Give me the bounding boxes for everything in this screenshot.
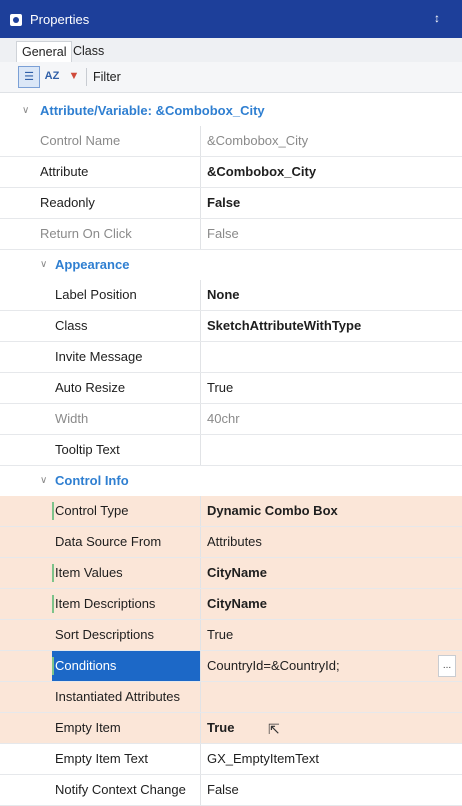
property-value[interactable]: 40chr [200, 404, 455, 434]
filter-icon[interactable]: ▼ [64, 66, 84, 86]
row-empty-item[interactable]: Empty Item True ⇱ [0, 713, 462, 744]
group-label: Appearance [55, 257, 130, 272]
properties-window-icon [10, 14, 22, 26]
chevron-down-icon[interactable]: ∨ [22, 96, 29, 126]
window-title: Properties [30, 12, 90, 27]
modified-marker [52, 564, 54, 582]
row-instantiated-attributes[interactable]: Instantiated Attributes [0, 682, 462, 713]
row-auto-resize[interactable]: Auto Resize True [0, 373, 462, 404]
property-value[interactable]: True [200, 713, 455, 743]
properties-toolbar: ☰ AZ ▼ Filter [0, 62, 462, 93]
alphabetical-sort-icon[interactable]: AZ [42, 66, 62, 86]
row-empty-item-text[interactable]: Empty Item Text GX_EmptyItemText [0, 744, 462, 775]
property-name: Invite Message [55, 349, 143, 364]
property-value[interactable]: Dynamic Combo Box [200, 496, 455, 526]
property-name: Label Position [55, 287, 137, 302]
conditions-input[interactable]: CountryId=&CountryId; [200, 651, 455, 681]
tab-class[interactable]: Class [68, 41, 109, 61]
mouse-cursor-icon: ⇱ [268, 721, 280, 737]
property-value[interactable]: True [200, 620, 455, 650]
row-class[interactable]: Class SketchAttributeWithType [0, 311, 462, 342]
row-data-source-from[interactable]: Data Source From Attributes [0, 527, 462, 558]
property-value[interactable]: True [200, 373, 455, 403]
row-return-on-click[interactable]: Return On Click False [0, 219, 462, 250]
property-name: Width [55, 411, 89, 426]
property-value[interactable]: False [200, 219, 455, 249]
property-name: Item Values [55, 565, 123, 580]
tab-general[interactable]: General [16, 41, 73, 62]
group-control-info[interactable]: ∨ Control Info [0, 466, 462, 496]
property-name: Control Type [55, 503, 129, 518]
property-name: Class [55, 318, 88, 333]
group-label: Attribute/Variable: &Combobox_City [40, 103, 265, 118]
property-name: Empty Item Text [55, 751, 148, 766]
property-name: Readonly [40, 195, 95, 210]
row-label-position[interactable]: Label Position None [0, 280, 462, 311]
categorized-view-icon[interactable]: ☰ [18, 66, 40, 88]
property-value[interactable] [200, 682, 455, 712]
property-name: Instantiated Attributes [55, 689, 181, 704]
modified-marker [52, 502, 54, 520]
row-invite-message[interactable]: Invite Message [0, 342, 462, 373]
property-value[interactable]: False [200, 188, 455, 218]
modified-marker [52, 657, 54, 675]
row-control-type[interactable]: Control Type Dynamic Combo Box [0, 496, 462, 527]
row-attribute[interactable]: Attribute &Combobox_City [0, 157, 462, 188]
property-name: Tooltip Text [55, 442, 120, 457]
row-notify-context-change[interactable]: Notify Context Change False [0, 775, 462, 806]
property-value[interactable]: &Combobox_City [200, 126, 455, 156]
row-conditions[interactable]: Conditions CountryId=&CountryId; ... [0, 651, 462, 682]
property-name: Notify Context Change [55, 782, 186, 797]
property-name: Return On Click [40, 226, 132, 241]
property-value[interactable]: SketchAttributeWithType [200, 311, 455, 341]
modified-marker [52, 595, 54, 613]
property-name: Control Name [40, 133, 121, 148]
property-name: Data Source From [55, 534, 162, 549]
property-name: Auto Resize [55, 380, 126, 395]
property-name: Empty Item [55, 720, 121, 735]
row-tooltip-text[interactable]: Tooltip Text [0, 435, 462, 466]
property-value[interactable]: False [200, 775, 455, 805]
property-value[interactable] [200, 435, 455, 465]
property-value[interactable]: GX_EmptyItemText [200, 744, 455, 774]
property-value[interactable]: None [200, 280, 455, 310]
group-label: Control Info [55, 473, 129, 488]
toolbar-separator [86, 68, 87, 86]
ellipsis-button[interactable]: ... [438, 655, 456, 677]
chevron-down-icon[interactable]: ∨ [40, 250, 47, 280]
property-value[interactable]: &Combobox_City [200, 157, 455, 187]
property-grid: ∨ Attribute/Variable: &Combobox_City Con… [0, 96, 462, 806]
row-control-name[interactable]: Control Name &Combobox_City [0, 126, 462, 157]
properties-titlebar: Properties ↕ [0, 0, 462, 38]
property-value[interactable]: Attributes [200, 527, 455, 557]
row-item-values[interactable]: Item Values CityName [0, 558, 462, 589]
pin-icon[interactable]: ↕ [434, 11, 440, 25]
tab-strip: General Class [0, 38, 462, 63]
property-name: Attribute [40, 164, 89, 179]
property-value[interactable]: CityName [200, 558, 455, 588]
filter-label[interactable]: Filter [93, 70, 121, 84]
property-value[interactable]: CityName [200, 589, 455, 619]
property-name: Sort Descriptions [55, 627, 154, 642]
property-value[interactable] [200, 342, 455, 372]
group-appearance[interactable]: ∨ Appearance [0, 250, 462, 280]
chevron-down-icon[interactable]: ∨ [40, 466, 47, 496]
property-name: Conditions [52, 651, 200, 681]
row-item-descriptions[interactable]: Item Descriptions CityName [0, 589, 462, 620]
group-attribute-variable[interactable]: ∨ Attribute/Variable: &Combobox_City [0, 96, 462, 126]
row-readonly[interactable]: Readonly False [0, 188, 462, 219]
row-sort-descriptions[interactable]: Sort Descriptions True [0, 620, 462, 651]
property-name: Item Descriptions [55, 596, 156, 611]
row-width[interactable]: Width 40chr [0, 404, 462, 435]
